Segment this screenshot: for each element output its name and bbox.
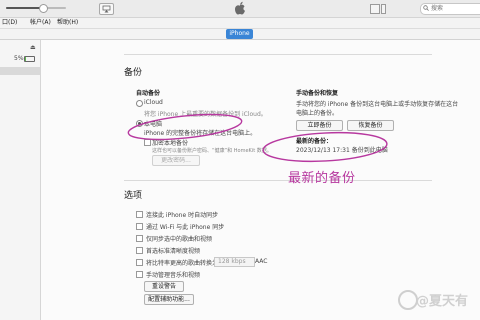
watermark: @夏天有 xyxy=(398,286,480,316)
annotation-ellipse-latest xyxy=(262,131,388,163)
annotation-text: 最新的备份 xyxy=(288,171,356,186)
itunes-window: 搜索 口(D) 帐户(A) 帮助(H) iPhone ⏏ 5% 备份 自动备份 … xyxy=(0,0,480,320)
watermark-icon xyxy=(398,290,418,310)
watermark-text: @夏天有 xyxy=(416,294,469,309)
annotation-ellipse-computer xyxy=(127,113,243,141)
annotation-overlay xyxy=(127,113,388,163)
